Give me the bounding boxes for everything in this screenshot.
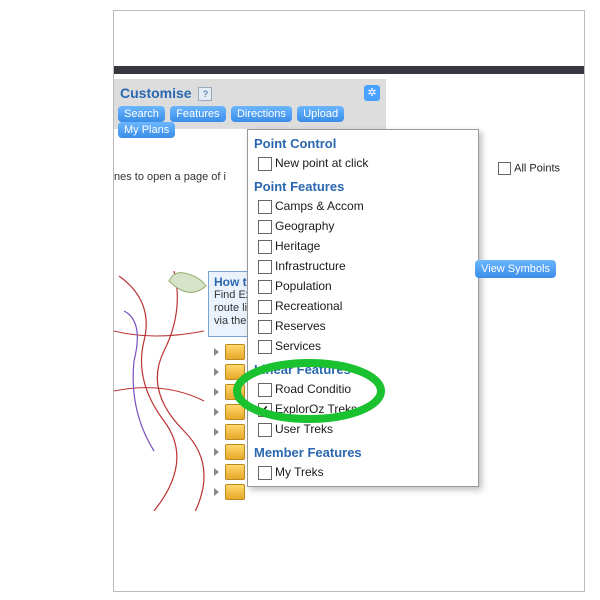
section-linear-features: Linear Features [248, 356, 478, 379]
chevron-right-icon [214, 408, 219, 416]
tab-directions[interactable]: Directions [231, 106, 292, 122]
tree-item[interactable] [214, 441, 245, 461]
folder-icon [225, 424, 245, 440]
folder-tree [214, 341, 245, 501]
option-road-conditions[interactable]: Road Conditio [248, 379, 478, 399]
option-recreational[interactable]: Recreational [248, 296, 478, 316]
checkbox-icon [258, 423, 272, 437]
checkbox-icon [258, 280, 272, 294]
checkbox-icon [258, 320, 272, 334]
chevron-right-icon [214, 388, 219, 396]
tree-item[interactable] [214, 461, 245, 481]
chevron-right-icon [214, 448, 219, 456]
folder-icon [225, 464, 245, 480]
tree-item[interactable] [214, 401, 245, 421]
chevron-right-icon [214, 368, 219, 376]
app-frame: Customise ? ✲ Search Features Directions… [113, 10, 585, 592]
checkbox-checked-icon [258, 403, 272, 417]
chevron-right-icon [214, 348, 219, 356]
section-member-features: Member Features [248, 439, 478, 462]
help-icon[interactable]: ? [198, 87, 212, 101]
tab-my-plans[interactable]: My Plans [118, 122, 175, 138]
folder-icon [225, 384, 245, 400]
toolbar-title-text: Customise [120, 85, 192, 101]
checkbox-icon [258, 383, 272, 397]
tree-item[interactable] [214, 341, 245, 361]
option-infrastructure[interactable]: Infrastructure [248, 256, 478, 276]
option-new-point-at-click[interactable]: New point at click [248, 153, 478, 173]
chevron-right-icon [214, 488, 219, 496]
all-points-label: All Points [514, 162, 560, 174]
tree-item[interactable] [214, 381, 245, 401]
option-reserves[interactable]: Reserves [248, 316, 478, 336]
option-exploroz-treks[interactable]: ExplorOz Treks [248, 399, 478, 419]
checkbox-icon [258, 220, 272, 234]
tab-search[interactable]: Search [118, 106, 165, 122]
tree-item[interactable] [214, 361, 245, 381]
toolbar-title: Customise ? [120, 85, 212, 101]
gear-icon[interactable]: ✲ [364, 85, 380, 101]
folder-icon [225, 404, 245, 420]
tree-item[interactable] [214, 481, 245, 501]
option-my-treks[interactable]: My Treks [248, 462, 478, 482]
map-thumbnail[interactable] [114, 271, 208, 511]
option-population[interactable]: Population [248, 276, 478, 296]
folder-icon [225, 364, 245, 380]
checkbox-icon [258, 340, 272, 354]
checkbox-icon [258, 200, 272, 214]
tab-upload[interactable]: Upload [297, 106, 344, 122]
folder-icon [225, 444, 245, 460]
option-camps-accom[interactable]: Camps & Accom [248, 196, 478, 216]
checkbox-icon [258, 260, 272, 274]
all-points-toggle[interactable]: All Points [498, 162, 560, 175]
checkbox-icon [258, 466, 272, 480]
checkbox-icon [258, 240, 272, 254]
section-point-features: Point Features [248, 173, 478, 196]
tree-item[interactable] [214, 421, 245, 441]
option-user-treks[interactable]: User Treks [248, 419, 478, 439]
customise-toolbar: Customise ? ✲ Search Features Directions… [114, 79, 386, 129]
checkbox-icon [498, 162, 511, 175]
option-services[interactable]: Services [248, 336, 478, 356]
chevron-right-icon [214, 428, 219, 436]
window-titlebar [114, 66, 584, 74]
features-dropdown-panel: All Points View Symbols Point Control Ne… [247, 129, 479, 487]
chevron-right-icon [214, 468, 219, 476]
view-symbols-button[interactable]: View Symbols [475, 260, 556, 278]
checkbox-icon [258, 157, 272, 171]
option-geography[interactable]: Geography [248, 216, 478, 236]
section-point-control: Point Control [248, 130, 478, 153]
checkbox-icon [258, 300, 272, 314]
tab-features[interactable]: Features [170, 106, 225, 122]
folder-icon [225, 484, 245, 500]
folder-icon [225, 344, 245, 360]
option-heritage[interactable]: Heritage [248, 236, 478, 256]
